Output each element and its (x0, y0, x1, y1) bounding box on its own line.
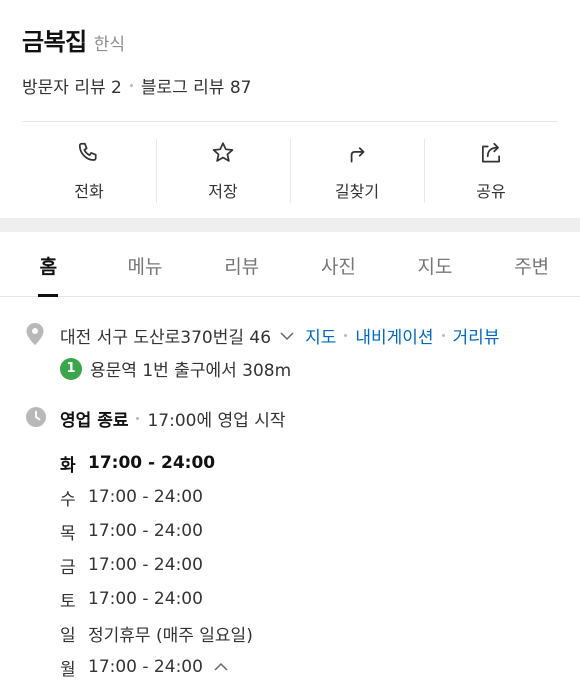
blog-reviews-link[interactable]: 블로그 리뷰 87 (141, 73, 252, 98)
hours-day: 목 (60, 523, 76, 544)
tab-nearby[interactable]: 주변 (483, 232, 580, 296)
hours-time: 17:00 - 24:00 (88, 555, 203, 575)
separator-dot (344, 334, 348, 337)
hours-time: 정기휴무 (매주 일요일) (88, 625, 253, 646)
street-view-link[interactable]: 거리뷰 (453, 323, 500, 348)
hours-row: 월 17:00 - 24:00 (60, 650, 253, 684)
tab-menu[interactable]: 메뉴 (97, 232, 194, 296)
subway-distance-text: 용문역 1번 출구에서 308m (90, 361, 292, 381)
hours-time: 17:00 - 24:00 (88, 589, 203, 609)
tab-reviews[interactable]: 리뷰 (193, 232, 290, 296)
section-separator (0, 218, 580, 232)
business-hours-list: 화 17:00 - 24:00 수 17:00 - 24:00 목 17:00 … (60, 446, 253, 684)
visitor-reviews-link[interactable]: 방문자 리뷰 2 (22, 73, 122, 98)
tab-bar: 홈 메뉴 리뷰 사진 지도 주변 (0, 232, 580, 297)
share-label: 공유 (476, 182, 506, 201)
place-category: 한식 (93, 35, 126, 55)
separator-dot (129, 84, 133, 87)
location-pin-icon (26, 323, 44, 345)
next-opening: 17:00에 영업 시작 (147, 411, 286, 431)
hours-day: 수 (60, 489, 76, 510)
save-button[interactable]: 저장 (156, 122, 290, 218)
directions-icon (350, 147, 365, 163)
separator-dot (441, 334, 445, 337)
hours-row: 화 17:00 - 24:00 (60, 446, 253, 480)
hours-row: 토 17:00 - 24:00 (60, 582, 253, 616)
tab-map[interactable]: 지도 (387, 232, 484, 296)
place-name: 금복집 (22, 28, 87, 56)
phone-icon (78, 142, 97, 161)
hours-time: 17:00 - 24:00 (88, 453, 216, 473)
address-text[interactable]: 대전 서구 도산로370번길 46 (60, 323, 271, 348)
clock-icon (26, 407, 46, 427)
call-button[interactable]: 전화 (22, 122, 156, 218)
hours-day: 금 (60, 557, 76, 578)
tab-photos[interactable]: 사진 (290, 232, 387, 296)
business-status: 영업 종료 (60, 411, 129, 431)
hours-row: 수 17:00 - 24:00 (60, 480, 253, 514)
save-label: 저장 (208, 182, 238, 201)
chevron-down-icon[interactable] (277, 326, 297, 346)
separator-dot (136, 417, 140, 420)
hours-day: 월 (60, 659, 76, 680)
hours-time: 17:00 - 24:00 (88, 487, 203, 507)
subway-info: 1 용문역 1번 출구에서 308m (60, 356, 291, 381)
hours-row: 목 17:00 - 24:00 (60, 514, 253, 548)
share-icon (482, 142, 500, 163)
hours-row: 금 17:00 - 24:00 (60, 548, 253, 582)
hours-row: 일 정기휴무 (매주 일요일) (60, 616, 253, 650)
call-label: 전화 (74, 182, 104, 201)
chevron-up-icon[interactable] (211, 657, 231, 677)
hours-day: 일 (60, 625, 76, 646)
title-row: 금복집 한식 (22, 22, 125, 57)
hours-time: 17:00 - 24:00 (88, 657, 203, 677)
navigation-link[interactable]: 내비게이션 (355, 323, 433, 348)
business-status-row[interactable]: 영업 종료 17:00에 영업 시작 (60, 406, 285, 431)
directions-label: 길찾기 (334, 182, 380, 201)
hours-day: 화 (60, 455, 76, 476)
address-row: 대전 서구 도산로370번길 46 지도 내비게이션 거리뷰 (60, 323, 499, 348)
map-link[interactable]: 지도 (305, 323, 336, 348)
tab-home[interactable]: 홈 (0, 232, 97, 296)
star-icon (212, 142, 234, 162)
review-row: 방문자 리뷰 2 블로그 리뷰 87 (22, 73, 251, 98)
share-button[interactable]: 공유 (424, 122, 558, 218)
directions-button[interactable]: 길찾기 (290, 122, 424, 218)
hours-time: 17:00 - 24:00 (88, 521, 203, 541)
action-bar: 전화 저장 길찾기 공유 (22, 122, 558, 218)
hours-day: 토 (60, 591, 76, 612)
subway-line-badge: 1 (60, 357, 82, 380)
place-header: 금복집 한식 방문자 리뷰 2 블로그 리뷰 87 전화 저장 길찾기 공유 (0, 0, 580, 218)
